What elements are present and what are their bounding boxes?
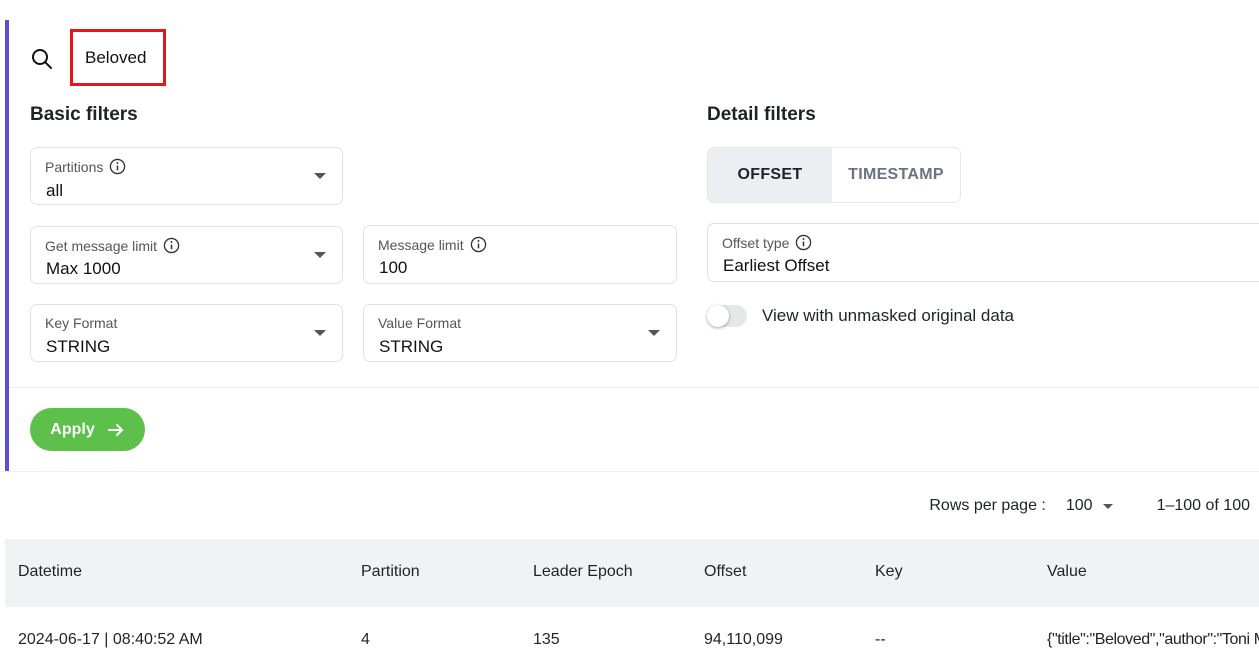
info-icon <box>163 237 180 254</box>
rows-per-page-select[interactable]: 100 <box>1066 497 1113 515</box>
apply-label: Apply <box>50 420 95 438</box>
column-header-value[interactable]: Value <box>1047 563 1087 581</box>
info-icon <box>470 236 486 253</box>
pagination-range: 1–100 of 100 <box>1156 497 1250 514</box>
cell-value: {"title":"Beloved","author":"Toni Morris… <box>1047 631 1259 648</box>
value-format-label: Value Format <box>378 315 461 331</box>
chevron-down-icon <box>314 330 326 336</box>
message-limit-label: Message limit <box>378 236 464 253</box>
rows-per-page-label: Rows per page : <box>929 497 1046 514</box>
search-icon[interactable] <box>30 47 54 71</box>
search-input[interactable]: Beloved <box>70 29 166 86</box>
table-header: Datetime Partition Leader Epoch Offset K… <box>5 539 1259 607</box>
partitions-label: Partitions <box>45 158 104 175</box>
message-limit-label-group: Message limit <box>378 236 487 253</box>
tab-timestamp[interactable]: TIMESTAMP <box>832 148 960 202</box>
value-format-value: STRING <box>379 337 444 356</box>
column-header-key[interactable]: Key <box>875 563 903 581</box>
message-limit-field[interactable]: Message limit 100 <box>363 225 677 284</box>
message-limit-value: 100 <box>379 258 408 277</box>
detail-filters-title: Detail filters <box>707 104 816 125</box>
divider <box>9 387 1259 388</box>
value-format-select[interactable]: Value Format STRING <box>363 304 677 362</box>
cell-partition: 4 <box>361 631 370 648</box>
chevron-down-icon <box>648 330 660 336</box>
unmasked-data-label: View with unmasked original data <box>762 306 1014 325</box>
get-message-limit-label-group: Get message limit <box>45 237 180 254</box>
chevron-down-icon <box>1102 503 1113 509</box>
get-message-limit-value: Max 1000 <box>46 259 121 278</box>
column-header-offset[interactable]: Offset <box>704 563 746 581</box>
divider <box>0 471 1259 472</box>
offset-type-value: Earliest Offset <box>723 256 830 275</box>
key-format-select[interactable]: Key Format STRING <box>30 304 343 362</box>
info-icon <box>110 158 126 175</box>
cell-leader-epoch: 135 <box>533 631 560 648</box>
partitions-value: all <box>46 181 64 200</box>
partitions-label-group: Partitions <box>45 158 126 175</box>
accent-bar <box>5 20 9 472</box>
pagination: Rows per page : 100 1–100 of 100 <box>929 495 1250 517</box>
offset-type-label: Offset type <box>722 234 790 251</box>
tab-offset[interactable]: OFFSET <box>708 148 832 202</box>
cell-offset: 94,110,099 <box>704 631 783 648</box>
chevron-down-icon <box>314 173 326 179</box>
column-header-datetime[interactable]: Datetime <box>18 563 82 581</box>
key-format-value: STRING <box>46 337 111 356</box>
toggle-knob <box>707 305 729 327</box>
key-format-label: Key Format <box>45 315 118 331</box>
info-icon <box>796 234 812 251</box>
arrow-right-icon <box>107 423 123 436</box>
apply-button[interactable]: Apply <box>30 408 145 451</box>
cell-key: -- <box>875 631 886 648</box>
column-header-partition[interactable]: Partition <box>361 563 420 581</box>
offset-type-select[interactable]: Offset type Earliest Offset <box>707 223 1259 282</box>
table-row[interactable]: 2024-06-17 | 08:40:52 AM 4 135 94,110,09… <box>5 607 1259 664</box>
get-message-limit-select[interactable]: Get message limit Max 1000 <box>30 226 343 284</box>
unmasked-data-toggle[interactable] <box>707 305 747 327</box>
partitions-select[interactable]: Partitions all <box>30 147 343 205</box>
column-header-leader-epoch[interactable]: Leader Epoch <box>533 563 633 581</box>
filter-panel: Beloved Basic filters Detail filters Par… <box>0 0 1259 472</box>
cell-datetime: 2024-06-17 | 08:40:52 AM <box>18 631 203 648</box>
basic-filters-title: Basic filters <box>30 104 138 125</box>
offset-type-label-group: Offset type <box>722 234 812 251</box>
chevron-down-icon <box>314 252 326 258</box>
detail-filter-tabs: OFFSET TIMESTAMP <box>707 147 961 203</box>
rows-per-page-value: 100 <box>1065 497 1093 514</box>
get-message-limit-label: Get message limit <box>45 237 158 254</box>
